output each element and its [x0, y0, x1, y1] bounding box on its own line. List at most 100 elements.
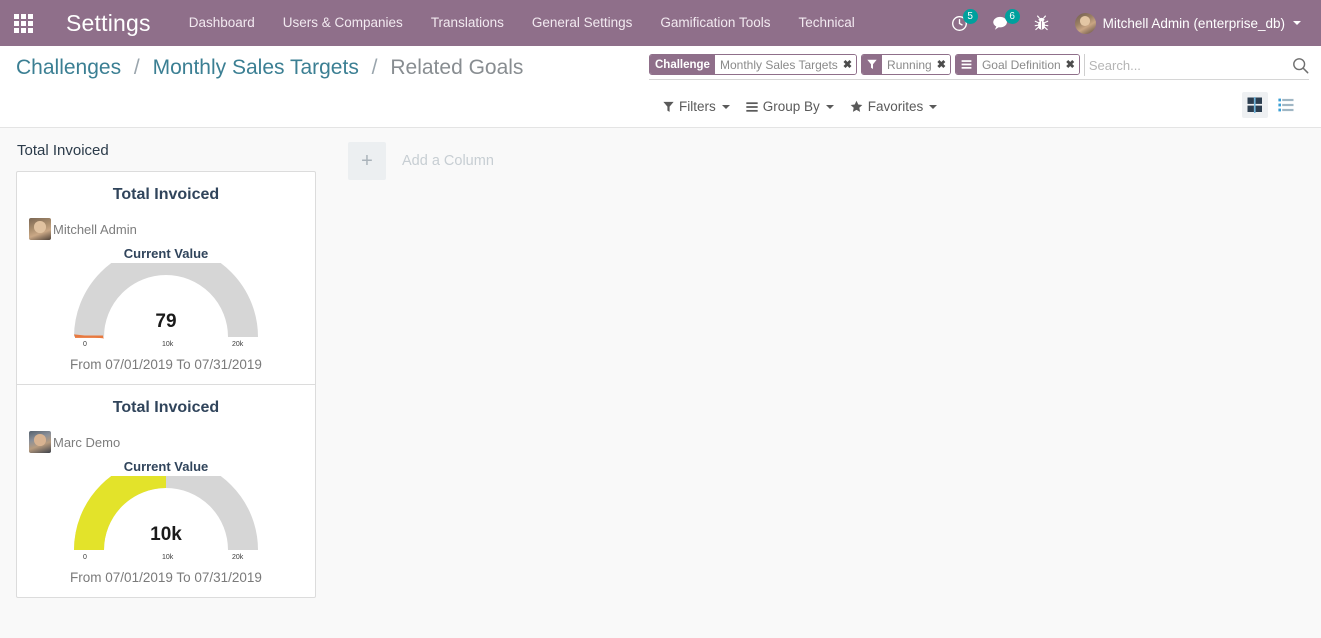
group-by-bars-icon [961, 60, 972, 69]
menu-item-users-companies[interactable]: Users & Companies [269, 0, 417, 46]
activities-button[interactable]: 5 [939, 0, 980, 46]
debug-menu-button[interactable] [1022, 0, 1061, 46]
kanban-card-list: Total Invoiced Mitchell Admin Current Va… [16, 171, 316, 598]
gauge-tick-max: 20k [232, 341, 244, 348]
groupby-dropdown-label: Group By [762, 99, 820, 114]
top-navbar: Settings Dashboard Users & Companies Tra… [0, 0, 1321, 46]
apps-menu-button[interactable] [0, 0, 46, 46]
facet-groupby-value: Goal Definition ✖ [976, 55, 1079, 74]
gauge-tick-mid: 10k [162, 554, 174, 561]
menu-item-dashboard[interactable]: Dashboard [175, 0, 269, 46]
card-title: Total Invoiced [112, 399, 220, 416]
gauge-chart: 79 0 10k 20k [29, 245, 303, 348]
menu-item-technical[interactable]: Technical [784, 0, 868, 46]
bug-icon [1034, 15, 1049, 31]
menu-item-translations[interactable]: Translations [417, 0, 518, 46]
facet-groupby-remove-icon[interactable]: ✖ [1066, 58, 1075, 71]
messages-button[interactable]: 6 [980, 0, 1022, 46]
card-user-name: Mitchell Admin [53, 221, 137, 237]
add-column-label: Add a Column [402, 153, 494, 169]
user-menu-button[interactable]: Mitchell Admin (enterprise_db) [1061, 0, 1307, 46]
breadcrumb-item-monthly-sales-targets[interactable]: Monthly Sales Targets [153, 56, 359, 79]
avatar [29, 431, 51, 453]
control-panel: Challenges / Monthly Sales Targets / Rel… [0, 46, 1321, 128]
favorites-dropdown-label: Favorites [867, 99, 924, 114]
kanban-column-title: Total Invoiced [17, 142, 109, 159]
list-view-icon [1278, 98, 1294, 111]
chevron-down-icon [1293, 21, 1301, 25]
kanban-column-total-invoiced: Total Invoiced Total Invoiced Mitchell A… [16, 142, 316, 598]
chevron-down-icon [929, 104, 938, 109]
breadcrumb-item-related-goals: Related Goals [390, 56, 524, 79]
gauge-value: 10k [150, 524, 182, 545]
menu-item-gamification-tools[interactable]: Gamification Tools [646, 0, 784, 46]
groupby-dropdown[interactable]: Group By [738, 96, 842, 117]
facet-groupby-text: Goal Definition [981, 57, 1061, 72]
chevron-down-icon [825, 104, 834, 109]
activities-count-badge: 5 [962, 9, 978, 24]
gauge-tick-mid: 10k [162, 341, 174, 348]
breadcrumb: Challenges / Monthly Sales Targets / Rel… [16, 56, 523, 80]
facet-groupby-icon-wrap [955, 55, 977, 74]
view-switcher-kanban[interactable] [1242, 92, 1268, 118]
avatar [29, 218, 51, 240]
facet-challenge-remove-icon[interactable]: ✖ [843, 58, 852, 71]
card-user: Mitchell Admin [29, 218, 303, 240]
filters-dropdown-label: Filters [679, 99, 716, 114]
facet-challenge[interactable]: Challenge Monthly Sales Targets ✖ [649, 54, 858, 75]
card-date-range: From 07/01/2019 To 07/31/2019 [70, 570, 262, 585]
search-input[interactable] [1083, 54, 1286, 76]
group-by-bars-icon [746, 101, 758, 112]
facet-challenge-text: Monthly Sales Targets [719, 57, 838, 72]
kanban-card[interactable]: Total Invoiced Mitchell Admin Current Va… [17, 172, 315, 384]
plus-icon: + [348, 142, 386, 180]
gauge-tick-min: 0 [83, 554, 87, 561]
current-value-label: Current Value [123, 246, 209, 261]
filters-dropdown[interactable]: Filters [655, 96, 738, 117]
star-icon [850, 100, 863, 112]
facet-filter-remove-icon[interactable]: ✖ [937, 58, 946, 71]
facet-filter-text: Running [887, 57, 932, 72]
gauge-value: 79 [155, 311, 177, 332]
card-title: Total Invoiced [112, 186, 220, 203]
current-value-label: Current Value [123, 459, 209, 474]
control-panel-bottom: Filters Group By Favorites [0, 90, 1321, 128]
card-date-range: From 07/01/2019 To 07/31/2019 [70, 357, 262, 372]
apps-grid-icon [13, 13, 33, 33]
facet-filter-value: Running ✖ [882, 55, 950, 74]
gauge-chart: 10k 0 10k 20k [29, 458, 303, 561]
card-user: Marc Demo [29, 431, 303, 453]
navbar-right-tools: 5 6 Mitchell Admin (enterprise_db) [939, 0, 1307, 46]
search-button[interactable] [1286, 54, 1309, 76]
facet-filter-running[interactable]: Running ✖ [861, 54, 951, 75]
search-area: Challenge Monthly Sales Targets ✖ Runnin… [649, 54, 1309, 80]
user-avatar [1074, 12, 1096, 34]
kanban-grid-icon [1247, 97, 1262, 113]
view-switcher-list[interactable] [1273, 92, 1299, 118]
user-menu-label: Mitchell Admin (enterprise_db) [1102, 15, 1285, 31]
filter-funnel-icon [867, 59, 877, 69]
chevron-down-icon [721, 104, 730, 109]
facet-challenge-label: Challenge [650, 55, 715, 74]
card-user-name: Marc Demo [53, 434, 121, 450]
search-dropdowns: Filters Group By Favorites [655, 96, 945, 117]
breadcrumb-separator: / [371, 56, 378, 79]
facet-groupby-goal-definition[interactable]: Goal Definition ✖ [954, 54, 1080, 75]
facet-challenge-value: Monthly Sales Targets ✖ [714, 55, 857, 74]
breadcrumb-item-challenges[interactable]: Challenges [16, 56, 121, 79]
search-bar[interactable]: Challenge Monthly Sales Targets ✖ Runnin… [649, 54, 1309, 80]
gauge-tick-min: 0 [83, 341, 87, 348]
add-column-button[interactable]: + Add a Column [348, 142, 494, 180]
navbar-menu: Dashboard Users & Companies Translations… [175, 0, 869, 46]
breadcrumb-separator: / [133, 56, 140, 79]
favorites-dropdown[interactable]: Favorites [842, 96, 946, 117]
menu-item-general-settings[interactable]: General Settings [518, 0, 647, 46]
kanban-view: Total Invoiced Total Invoiced Mitchell A… [0, 128, 1321, 638]
filter-funnel-icon [663, 101, 674, 112]
kanban-card[interactable]: Total Invoiced Marc Demo Current Value 1… [17, 384, 315, 597]
magnifier-icon [1293, 57, 1309, 73]
view-switcher [1237, 92, 1299, 118]
gauge-tick-max: 20k [232, 554, 244, 561]
facet-filter-icon-wrap [862, 55, 883, 74]
app-brand-title[interactable]: Settings [66, 10, 151, 37]
